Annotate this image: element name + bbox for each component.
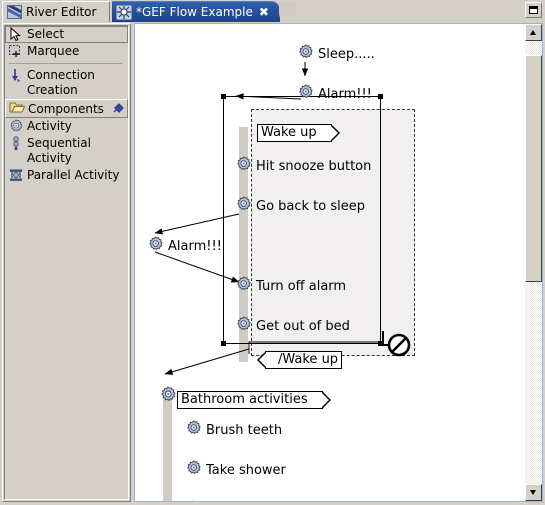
- palette-item-label: Parallel Activity: [27, 168, 120, 182]
- scroll-down-button[interactable]: [525, 484, 542, 501]
- sequence-rail: [163, 397, 172, 501]
- activity-gear-icon: [185, 460, 202, 481]
- activity-gear-icon: [8, 119, 24, 134]
- palette-inner: Select Marquee Connection Creation Compo…: [4, 25, 129, 500]
- flow-node-label: Alarm!!!: [168, 238, 222, 254]
- flow-diagram-canvas[interactable]: Sleep..... Alarm!!! Hit snooze button Go…: [135, 24, 525, 501]
- marquee-select-icon: [8, 44, 24, 59]
- flow-node-bathroom-activities[interactable]: [159, 386, 180, 408]
- palette-tool-connection-creation[interactable]: Connection Creation: [5, 67, 128, 99]
- parallel-activity-icon: [8, 168, 24, 183]
- activity-gear-icon: [235, 196, 252, 217]
- activity-gear-icon: [235, 276, 252, 297]
- maximize-button[interactable]: [525, 2, 542, 18]
- palette-item-label: Select: [27, 27, 65, 41]
- river-editor-icon: [7, 5, 22, 19]
- chevron-up-icon: [530, 30, 536, 35]
- editor-tab-bar: River Editor *GEF Flow Example ✖: [0, 0, 545, 23]
- flow-node-label: Sleep.....: [318, 46, 375, 62]
- activity-gear-icon: [297, 44, 314, 65]
- palette-drawer-components[interactable]: Components: [5, 99, 128, 118]
- palette-drawer-label: Components: [28, 101, 104, 116]
- tab-gef-flow-example[interactable]: *GEF Flow Example ✖: [112, 1, 295, 23]
- flow-node-alarm-1[interactable]: Alarm!!!: [297, 84, 372, 105]
- activity-gear-icon: [297, 84, 314, 105]
- tab-river-editor[interactable]: River Editor: [2, 1, 110, 22]
- editor-window: River Editor *GEF Flow Example ✖ Select …: [0, 0, 545, 505]
- scrollbar-thumb[interactable]: [525, 55, 542, 282]
- flow-node-label: Take shower: [206, 462, 286, 478]
- palette-separator: [9, 63, 122, 64]
- subgraph-tag-label: Bathroom activities: [177, 391, 331, 409]
- flow-node-hit-snooze-button[interactable]: Hit snooze button: [235, 156, 371, 177]
- flow-node-alarm-2[interactable]: Alarm!!!: [147, 236, 222, 257]
- subgraph-tag-wakeup-end[interactable]: /Wake up: [256, 348, 343, 369]
- palette: Select Marquee Connection Creation Compo…: [2, 23, 131, 502]
- vertical-scrollbar[interactable]: [525, 24, 542, 501]
- palette-item-parallel-activity[interactable]: Parallel Activity: [5, 167, 128, 184]
- flow-node-label: Brush teeth: [206, 422, 283, 438]
- tab-label: River Editor: [26, 5, 97, 19]
- subgraph-tag-label: Wake up: [257, 124, 340, 142]
- flow-node-label: Alarm!!!: [318, 86, 372, 102]
- activity-gear-icon: [235, 316, 252, 337]
- palette-tool-select[interactable]: Select: [5, 26, 128, 43]
- flow-node-sleep[interactable]: Sleep.....: [297, 44, 375, 65]
- gef-flow-icon: [115, 4, 133, 20]
- subgraph-tag-bathroom-activities[interactable]: Bathroom activities: [177, 388, 331, 409]
- sequential-activity-icon: [8, 136, 24, 151]
- flow-node-label: Get out of bed: [256, 318, 350, 334]
- selection-handle[interactable]: [378, 94, 383, 99]
- flow-node-label: Hit snooze button: [256, 158, 372, 174]
- scroll-up-button[interactable]: [525, 24, 542, 41]
- flow-node-take-shower[interactable]: Take shower: [185, 460, 286, 481]
- flow-node-turn-off-alarm[interactable]: Turn off alarm: [235, 276, 346, 297]
- selection-handle[interactable]: [221, 341, 226, 346]
- activity-gear-icon: [147, 236, 164, 257]
- palette-item-label: Sequential Activity: [27, 136, 91, 165]
- activity-gear-icon: [185, 500, 202, 501]
- palette-item-label: Connection Creation: [27, 68, 95, 97]
- subgraph-tag-label: /Wake up: [256, 351, 343, 369]
- tab-label: *GEF Flow Example: [136, 5, 253, 19]
- flow-node-get-out-of-bed[interactable]: Get out of bed: [235, 316, 350, 337]
- flow-node-label: Go back to sleep: [256, 198, 366, 214]
- activity-gear-icon: [185, 420, 202, 441]
- open-folder-icon: [9, 100, 26, 118]
- pin-icon[interactable]: [112, 102, 124, 115]
- flow-node-comb-hair[interactable]: Comb hair: [185, 500, 273, 501]
- palette-item-sequential-activity[interactable]: Sequential Activity: [5, 135, 128, 167]
- palette-item-activity[interactable]: Activity: [5, 118, 128, 135]
- editor-canvas-frame: Sleep..... Alarm!!! Hit snooze button Go…: [134, 23, 543, 502]
- subgraph-tag-wakeup-start[interactable]: Wake up: [257, 121, 340, 142]
- palette-item-label: Activity: [27, 119, 72, 133]
- no-drop-cursor: [379, 327, 413, 365]
- palette-tool-marquee[interactable]: Marquee: [5, 43, 128, 60]
- maximize-icon: [529, 6, 538, 14]
- activity-gear-icon: [235, 156, 252, 177]
- down-arrow-icon: [8, 68, 24, 83]
- arrow-cursor-icon: [8, 26, 24, 42]
- close-icon[interactable]: ✖: [259, 6, 269, 18]
- flow-node-go-back-to-sleep[interactable]: Go back to sleep: [235, 196, 365, 217]
- selection-handle[interactable]: [221, 94, 226, 99]
- flow-node-brush-teeth[interactable]: Brush teeth: [185, 420, 282, 441]
- chevron-down-icon: [530, 490, 536, 495]
- activity-gear-icon: [159, 386, 177, 408]
- flow-node-label: Turn off alarm: [256, 278, 347, 294]
- palette-item-label: Marquee: [27, 44, 80, 58]
